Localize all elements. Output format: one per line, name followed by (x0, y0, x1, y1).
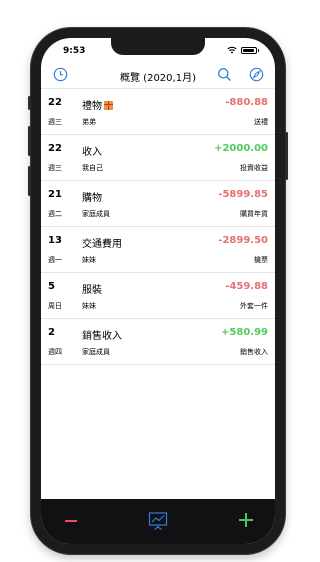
entry-note: 外套一件 (240, 302, 268, 310)
entry-category: 禮物 (82, 101, 102, 112)
app-screen: 9:53 概覽 (2020,1月) 22 週三 禮物 弟弟 -880.88 送禮… (41, 38, 275, 544)
entry-amount: -459.88 (225, 281, 268, 292)
phone-power-button (285, 132, 288, 180)
list-item[interactable]: 21 週二 購物 家庭成員 -5899.85 購買年貨 (41, 181, 275, 227)
entry-day: 2 (48, 327, 55, 338)
entry-amount: -2899.50 (218, 235, 268, 246)
gift-icon (104, 101, 113, 110)
list-item[interactable]: 22 週三 禮物 弟弟 -880.88 送禮 (41, 89, 275, 135)
entry-amount: -880.88 (225, 97, 268, 108)
entry-category: 收入 (82, 147, 102, 158)
compass-icon[interactable] (249, 67, 264, 82)
entry-weekday: 週三 (48, 164, 62, 172)
bottom-toolbar (41, 499, 275, 544)
entry-day: 22 (48, 143, 62, 154)
navigation-bar: 概覽 (2020,1月) (41, 64, 275, 89)
phone-mute-switch (28, 96, 31, 110)
phone-volume-up (28, 126, 31, 156)
list-item[interactable]: 2 週四 銷售收入 家庭成員 +580.99 銷售收入 (41, 319, 275, 365)
entry-weekday: 週一 (48, 256, 62, 264)
entry-person: 家庭成員 (82, 348, 110, 356)
chart-icon[interactable] (148, 511, 168, 531)
entry-person: 妹妹 (82, 256, 96, 264)
entry-amount: +2000.00 (214, 143, 268, 154)
entry-person: 妹妹 (82, 302, 96, 310)
transaction-list: 22 週三 禮物 弟弟 -880.88 送禮 22 週三 收入 我自己 +200… (41, 89, 275, 365)
entry-day: 21 (48, 189, 62, 200)
entry-category: 交通費用 (82, 239, 122, 250)
entry-day: 13 (48, 235, 62, 246)
entry-note: 送禮 (254, 118, 268, 126)
entry-amount: -5899.85 (218, 189, 268, 200)
battery-icon (241, 46, 257, 54)
entry-category: 服裝 (82, 285, 102, 296)
entry-category-wrap: 禮物 (82, 97, 113, 112)
entry-person: 弟弟 (82, 118, 96, 126)
wifi-icon (227, 46, 237, 54)
battery-tip (258, 48, 259, 52)
entry-amount: +580.99 (221, 327, 268, 338)
entry-category: 購物 (82, 193, 102, 204)
entry-note: 投資收益 (240, 164, 268, 172)
page-title: 概覽 (2020,1月) (120, 73, 196, 84)
entry-weekday: 週三 (48, 118, 62, 126)
add-income-button[interactable] (239, 513, 253, 527)
entry-weekday: 週二 (48, 210, 62, 218)
status-icons (227, 46, 259, 54)
entry-day: 22 (48, 97, 62, 108)
search-icon[interactable] (217, 67, 232, 82)
notch (111, 38, 205, 55)
entry-note: 銷售收入 (240, 348, 268, 356)
entry-category: 銷售收入 (82, 331, 122, 342)
list-item[interactable]: 13 週一 交通費用 妹妹 -2899.50 機票 (41, 227, 275, 273)
entry-weekday: 周日 (48, 302, 62, 310)
entry-note: 購買年貨 (240, 210, 268, 218)
list-item[interactable]: 22 週三 收入 我自己 +2000.00 投資收益 (41, 135, 275, 181)
add-expense-button[interactable] (65, 520, 77, 522)
entry-note: 機票 (254, 256, 268, 264)
list-item[interactable]: 5 周日 服裝 妹妹 -459.88 外套一件 (41, 273, 275, 319)
entry-person: 家庭成員 (82, 210, 110, 218)
entry-weekday: 週四 (48, 348, 62, 356)
entry-person: 我自己 (82, 164, 103, 172)
status-time: 9:53 (63, 46, 86, 56)
phone-volume-down (28, 166, 31, 196)
entry-day: 5 (48, 281, 55, 292)
